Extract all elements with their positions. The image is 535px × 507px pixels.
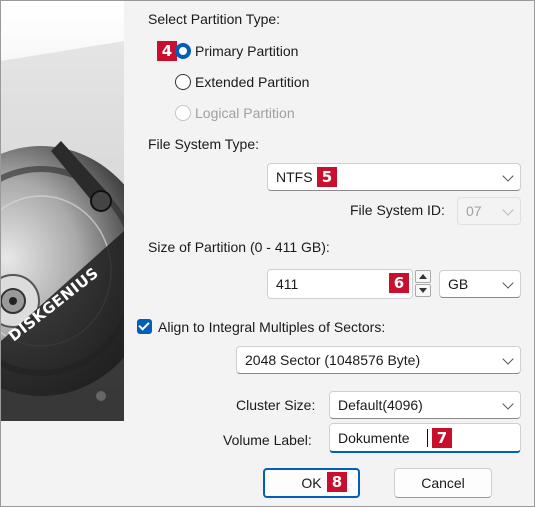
size-spin-down-button[interactable] <box>415 284 431 297</box>
partition-size-value: 411 <box>276 276 299 292</box>
align-sectors-checkbox[interactable] <box>137 319 152 334</box>
volume-label-label: Volume Label: <box>223 432 312 448</box>
chevron-down-icon <box>502 170 514 182</box>
cancel-button[interactable]: Cancel <box>394 468 492 498</box>
partition-type-heading: Select Partition Type: <box>148 11 281 27</box>
annotation-badge-7: 7 <box>432 428 452 448</box>
size-unit-value: GB <box>448 276 469 292</box>
cluster-size-select[interactable]: Default(4096) <box>329 391 521 419</box>
align-sectors-label[interactable]: Align to Integral Multiples of Sectors: <box>158 319 385 335</box>
chevron-down-icon <box>502 204 514 216</box>
primary-partition-label[interactable]: Primary Partition <box>195 43 298 59</box>
sector-alignment-value: 2048 Sector (1048576 Byte) <box>245 352 421 368</box>
text-caret <box>427 429 428 447</box>
annotation-badge-5: 5 <box>317 167 337 187</box>
extended-partition-label[interactable]: Extended Partition <box>195 74 309 90</box>
cluster-size-value: Default(4096) <box>338 397 423 413</box>
logical-partition-label: Logical Partition <box>195 105 295 121</box>
size-spin-up-button[interactable] <box>415 270 431 283</box>
chevron-down-icon <box>502 398 514 410</box>
partition-size-heading: Size of Partition (0 - 411 GB): <box>148 239 330 255</box>
arrow-down-icon <box>419 288 427 293</box>
cluster-size-label: Cluster Size: <box>236 397 316 413</box>
arrow-up-icon <box>419 274 427 279</box>
chevron-down-icon <box>502 277 514 289</box>
volume-label-input[interactable]: Dokumente <box>329 423 521 453</box>
logical-partition-radio <box>175 105 191 121</box>
annotation-badge-6: 6 <box>389 273 409 293</box>
diskgenius-banner: DISKGENIUS <box>1 1 124 421</box>
file-system-id-select: 07 <box>457 197 521 225</box>
file-system-heading: File System Type: <box>148 136 260 152</box>
create-partition-dialog: DISKGENIUS Select Partition Type: 4 Prim… <box>0 0 535 507</box>
file-system-value: NTFS <box>276 169 313 185</box>
volume-label-value: Dokumente <box>338 430 410 446</box>
file-system-id-label: File System ID: <box>350 202 445 218</box>
annotation-badge-4: 4 <box>157 41 177 61</box>
extended-partition-radio[interactable] <box>175 74 191 90</box>
chevron-down-icon <box>502 353 514 365</box>
primary-partition-radio[interactable] <box>175 43 191 59</box>
sector-alignment-select[interactable]: 2048 Sector (1048576 Byte) <box>236 346 521 374</box>
size-unit-select[interactable]: GB <box>439 270 521 298</box>
annotation-badge-8: 8 <box>327 472 347 492</box>
file-system-select[interactable]: NTFS <box>267 163 521 191</box>
file-system-id-value: 07 <box>466 203 482 219</box>
hard-disk-illustration <box>1 1 124 421</box>
